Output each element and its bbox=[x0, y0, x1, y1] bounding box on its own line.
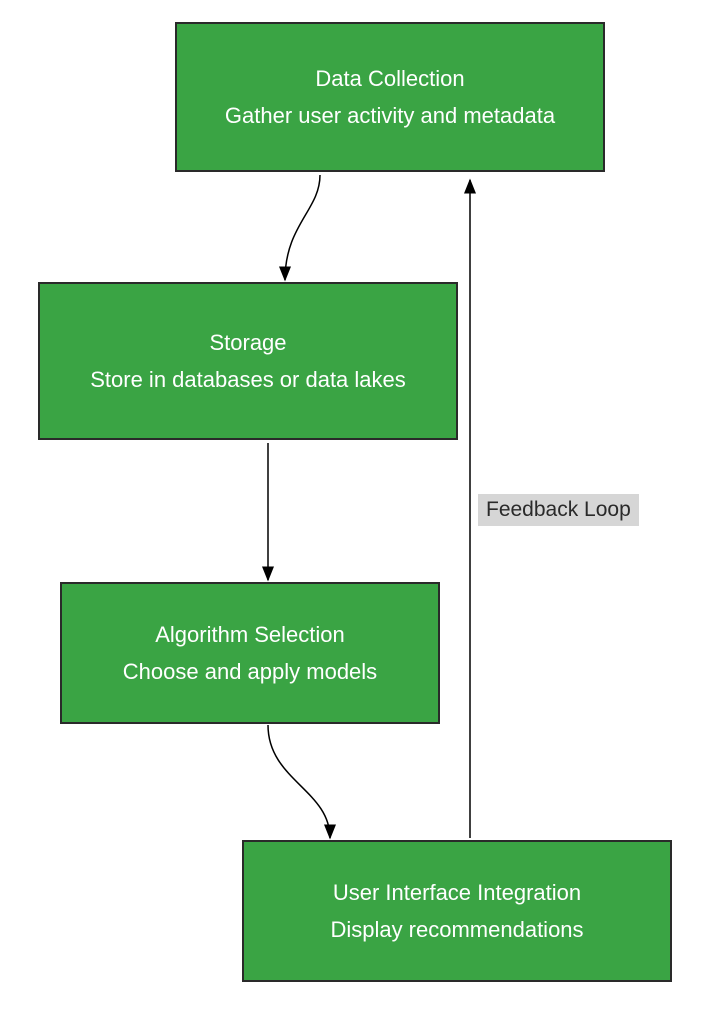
node-desc: Choose and apply models bbox=[123, 655, 377, 688]
node-desc: Display recommendations bbox=[330, 913, 583, 946]
node-title: Storage bbox=[209, 326, 286, 359]
node-storage: Storage Store in databases or data lakes bbox=[38, 282, 458, 440]
arrow-collection-to-storage bbox=[285, 175, 320, 280]
arrow-algorithm-to-ui bbox=[268, 725, 330, 838]
node-data-collection: Data Collection Gather user activity and… bbox=[175, 22, 605, 172]
node-desc: Gather user activity and metadata bbox=[225, 99, 555, 132]
node-title: User Interface Integration bbox=[333, 876, 581, 909]
node-desc: Store in databases or data lakes bbox=[90, 363, 406, 396]
node-title: Data Collection bbox=[315, 62, 464, 95]
node-title: Algorithm Selection bbox=[155, 618, 345, 651]
node-ui-integration: User Interface Integration Display recom… bbox=[242, 840, 672, 982]
node-algorithm: Algorithm Selection Choose and apply mod… bbox=[60, 582, 440, 724]
feedback-loop-label: Feedback Loop bbox=[478, 494, 639, 526]
